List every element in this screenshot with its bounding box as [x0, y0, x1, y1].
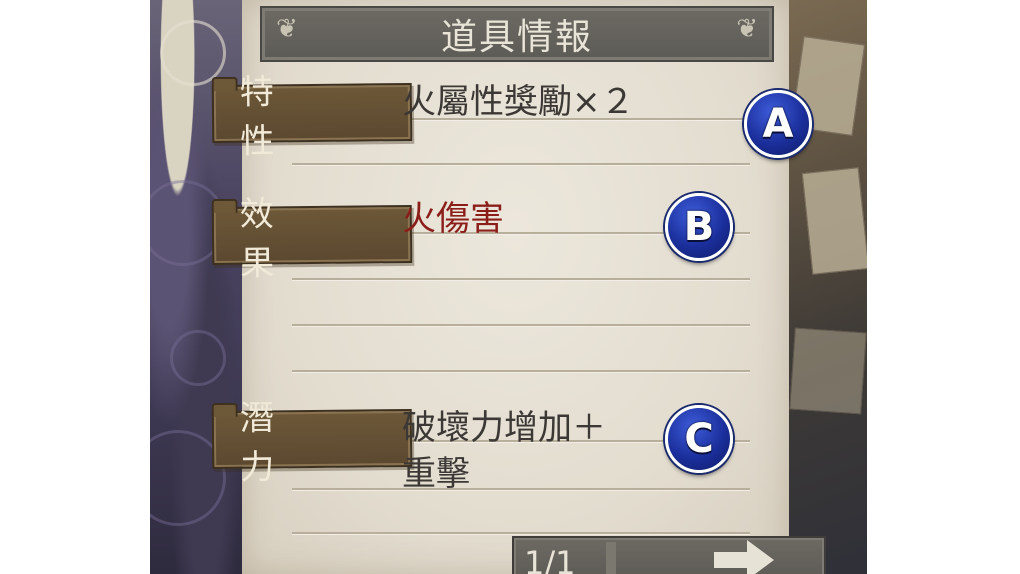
trait-label: 特 性 [239, 71, 360, 162]
effect-label: 效 果 [239, 193, 360, 284]
ruled-line [292, 488, 750, 491]
effect-value: 火傷害 [402, 199, 504, 239]
desk-artwork [787, 0, 867, 574]
next-page-arrow-icon[interactable] [714, 540, 774, 574]
ruled-line [292, 532, 750, 535]
badge-a: A [744, 90, 812, 158]
label-tag-trait: 特 性 [211, 71, 413, 162]
potential-value-line1: 破壞力增加＋ [402, 408, 606, 448]
item-info-panel: ❦ 道具情報 ❦ 特 性 火屬性獎勵×２ A 效 果 火傷害 B 潛 力 破壞力… [211, 0, 812, 574]
badge-b: B [665, 193, 733, 261]
trait-value: 火屬性獎勵×２ [402, 82, 635, 122]
title-banner: ❦ 道具情報 ❦ [260, 6, 774, 62]
potential-value-line2: 重擊 [402, 454, 470, 494]
potential-label: 潛 力 [239, 397, 360, 488]
page-navigator: 1/1 [512, 536, 826, 574]
label-tag-potential: 潛 力 [211, 397, 413, 488]
flourish-right-icon: ❦ [736, 14, 758, 44]
pager-divider [606, 542, 616, 574]
panel-title: 道具情報 [440, 17, 593, 58]
ruled-line [292, 163, 750, 166]
ruled-line [292, 370, 750, 373]
flourish-left-icon: ❦ [276, 14, 298, 44]
page-indicator: 1/1 [524, 544, 576, 574]
label-tag-effect: 效 果 [211, 193, 413, 284]
ruled-line [292, 324, 750, 327]
game-screen: ❦ 道具情報 ❦ 特 性 火屬性獎勵×２ A 效 果 火傷害 B 潛 力 破壞力… [150, 0, 867, 574]
badge-c: C [665, 405, 733, 473]
